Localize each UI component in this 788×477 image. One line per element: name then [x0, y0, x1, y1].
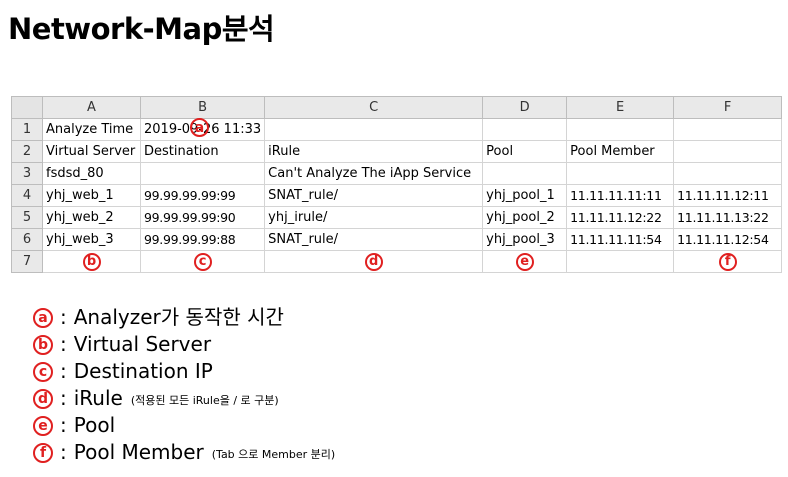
- marker-c-icon: c: [193, 252, 212, 271]
- cell[interactable]: yhj_web_2: [42, 206, 141, 229]
- legend-text: Pool Member: [73, 440, 204, 464]
- legend-item: b : Virtual Server: [33, 331, 335, 358]
- cell[interactable]: yhj_irule/: [264, 206, 484, 229]
- cell[interactable]: f: [673, 250, 783, 273]
- marker-a-icon: a: [33, 307, 53, 328]
- legend-text: Virtual Server: [73, 332, 212, 356]
- cell[interactable]: 11.11.11.13:22: [673, 206, 783, 229]
- cell[interactable]: yhj_pool_1: [482, 184, 568, 207]
- legend-separator: :: [60, 413, 67, 437]
- row-header[interactable]: 7: [11, 250, 43, 273]
- column-header-e[interactable]: E: [566, 96, 675, 119]
- column-header-row: A B C D E F: [11, 96, 783, 119]
- column-header-f[interactable]: F: [673, 96, 783, 119]
- cell[interactable]: [139, 162, 266, 185]
- cell[interactable]: Pool Member: [566, 140, 675, 163]
- legend: a : Analyzer가 동작한 시간 b : Virtual Server …: [33, 304, 335, 466]
- legend-text: Analyzer가 동작한 시간: [73, 305, 284, 329]
- cell[interactable]: 11.11.11.12:11: [673, 184, 783, 207]
- cell[interactable]: c: [139, 250, 266, 273]
- table-row: 6 yhj_web_3 99.99.99.99:88 SNAT_rule/ yh…: [11, 228, 783, 251]
- table-row: 5 yhj_web_2 99.99.99.99:90 yhj_irule/ yh…: [11, 206, 783, 229]
- legend-text: Destination IP: [73, 359, 213, 383]
- cell[interactable]: yhj_web_1: [42, 184, 141, 207]
- marker-e-icon: e: [515, 252, 534, 271]
- cell[interactable]: 11.11.11.12:22: [566, 206, 675, 229]
- legend-item: c : Destination IP: [33, 358, 335, 385]
- select-all-corner[interactable]: [11, 96, 43, 119]
- cell[interactable]: fsdsd_80: [42, 162, 141, 185]
- row-header[interactable]: 2: [11, 140, 43, 163]
- legend-note: (Tab 으로 Member 분리): [211, 448, 336, 461]
- cell[interactable]: yhj_pool_2: [482, 206, 568, 229]
- cell[interactable]: d: [264, 250, 484, 273]
- legend-note: (적용된 모든 iRule을 / 로 구분): [130, 394, 279, 407]
- cell[interactable]: [566, 118, 675, 141]
- cell[interactable]: [566, 250, 675, 273]
- legend-item: d : iRule (적용된 모든 iRule을 / 로 구분): [33, 385, 335, 412]
- legend-separator: :: [60, 332, 67, 356]
- cell[interactable]: 99.99.99.99:90: [139, 206, 266, 229]
- cell[interactable]: yhj_web_3: [42, 228, 141, 251]
- legend-item: a : Analyzer가 동작한 시간: [33, 304, 335, 331]
- cell[interactable]: e: [482, 250, 568, 273]
- cell[interactable]: 11.11.11.11:54: [566, 228, 675, 251]
- cell[interactable]: iRule: [264, 140, 484, 163]
- row-header[interactable]: 6: [11, 228, 43, 251]
- marker-f-icon: f: [718, 252, 737, 271]
- cell[interactable]: Analyze Time: [42, 118, 141, 141]
- cell[interactable]: [673, 118, 783, 141]
- legend-item: f : Pool Member (Tab 으로 Member 분리): [33, 439, 335, 466]
- cell[interactable]: Can't Analyze The iApp Service: [264, 162, 484, 185]
- table-row: 7 b c d e f: [11, 250, 783, 273]
- legend-separator: :: [60, 440, 67, 464]
- legend-item: e : Pool: [33, 412, 335, 439]
- cell[interactable]: b: [42, 250, 141, 273]
- cell[interactable]: SNAT_rule/: [264, 184, 484, 207]
- marker-f-icon: f: [33, 442, 53, 463]
- table-row: 1 Analyze Time 2019-09-26 11:33: [11, 118, 783, 141]
- cell[interactable]: [482, 118, 568, 141]
- legend-text: Pool: [73, 413, 116, 437]
- marker-b-icon: b: [82, 252, 101, 271]
- cell[interactable]: Destination: [139, 140, 266, 163]
- table-row: 4 yhj_web_1 99.99.99.99:99 SNAT_rule/ yh…: [11, 184, 783, 207]
- legend-separator: :: [60, 359, 67, 383]
- cell[interactable]: yhj_pool_3: [482, 228, 568, 251]
- cell[interactable]: [673, 162, 783, 185]
- cell[interactable]: [566, 162, 675, 185]
- column-header-c[interactable]: C: [264, 96, 484, 119]
- legend-separator: :: [60, 386, 67, 410]
- cell[interactable]: 99.99.99.99:99: [139, 184, 266, 207]
- cell[interactable]: [673, 140, 783, 163]
- row-header[interactable]: 3: [11, 162, 43, 185]
- page-title: Network-Map분석: [8, 12, 275, 46]
- column-header-d[interactable]: D: [482, 96, 568, 119]
- marker-b-icon: b: [33, 334, 53, 355]
- cell[interactable]: [264, 118, 484, 141]
- cell[interactable]: 99.99.99.99:88: [139, 228, 266, 251]
- marker-e-icon: e: [33, 415, 53, 436]
- cell[interactable]: Pool: [482, 140, 568, 163]
- column-header-b[interactable]: B: [139, 96, 266, 119]
- cell[interactable]: Virtual Server: [42, 140, 141, 163]
- spreadsheet: A B C D E F 1 Analyze Time 2019-09-26 11…: [11, 96, 783, 273]
- marker-c-icon: c: [33, 361, 53, 382]
- table-row: 2 Virtual Server Destination iRule Pool …: [11, 140, 783, 163]
- marker-a-icon: a: [190, 118, 209, 137]
- legend-separator: :: [60, 305, 67, 329]
- row-header[interactable]: 1: [11, 118, 43, 141]
- marker-d-icon: d: [364, 252, 383, 271]
- row-header[interactable]: 5: [11, 206, 43, 229]
- row-header[interactable]: 4: [11, 184, 43, 207]
- marker-d-icon: d: [33, 388, 53, 409]
- legend-text: iRule: [73, 386, 123, 410]
- column-header-a[interactable]: A: [42, 96, 141, 119]
- cell[interactable]: SNAT_rule/: [264, 228, 484, 251]
- cell[interactable]: [482, 162, 568, 185]
- table-row: 3 fsdsd_80 Can't Analyze The iApp Servic…: [11, 162, 783, 185]
- cell[interactable]: 11.11.11.12:54: [673, 228, 783, 251]
- cell[interactable]: 11.11.11.11:11: [566, 184, 675, 207]
